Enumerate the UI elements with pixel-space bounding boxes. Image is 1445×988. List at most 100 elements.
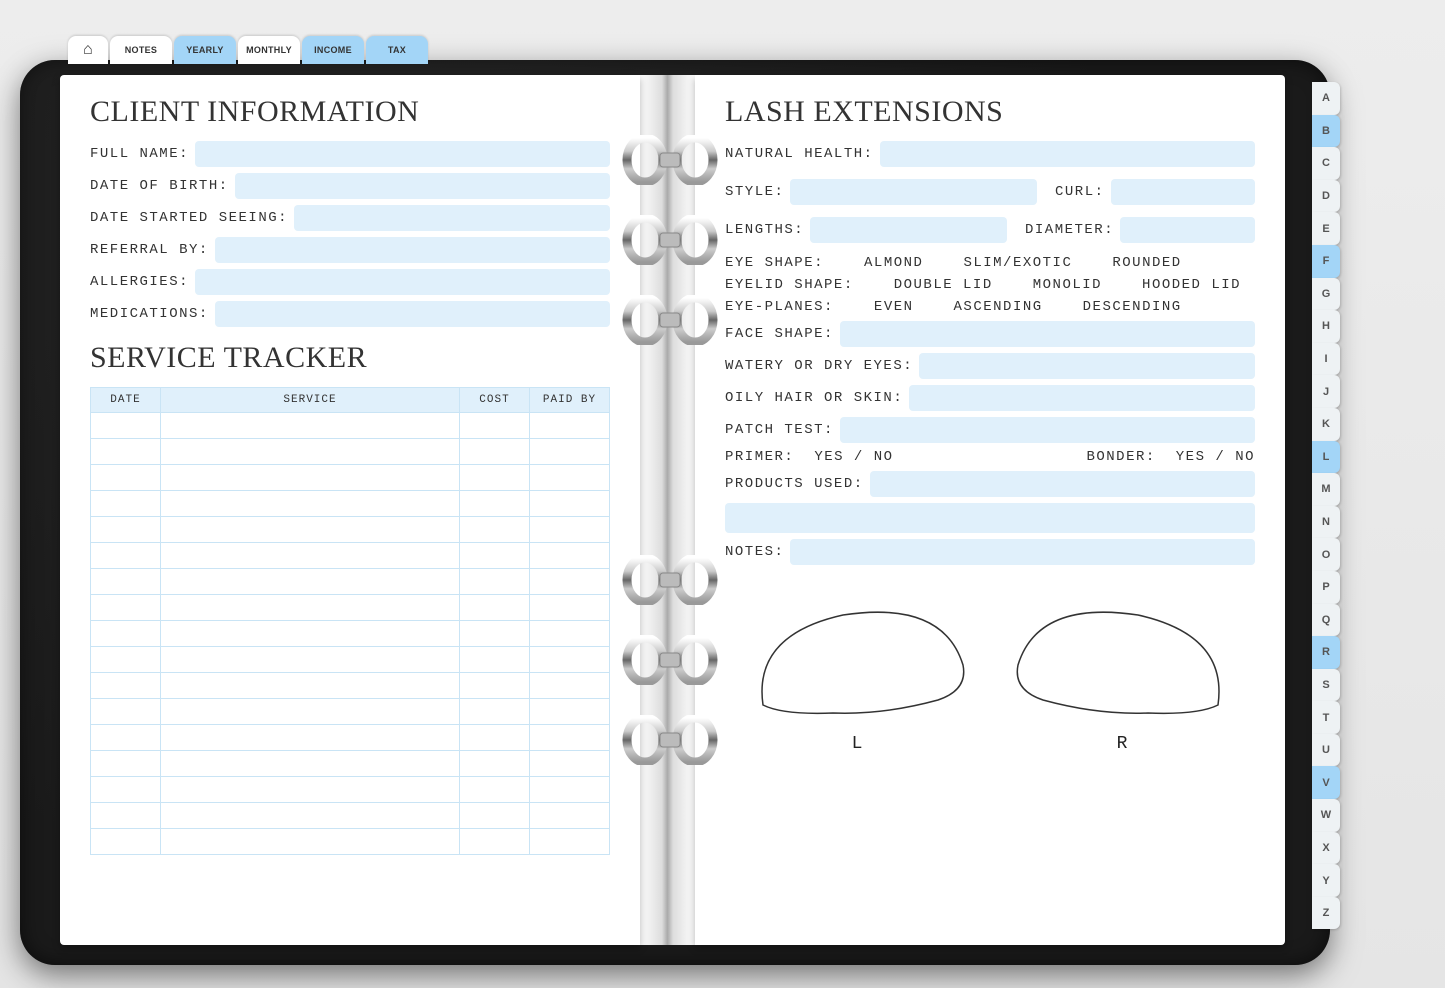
table-row[interactable]: [91, 725, 610, 751]
opt-ascending[interactable]: ASCENDING: [954, 299, 1043, 315]
alpha-tab-r[interactable]: R: [1312, 636, 1340, 669]
label-products: PRODUCTS USED:: [725, 476, 864, 492]
label-eye-shape: EYE SHAPE:: [725, 255, 824, 271]
alpha-tab-t[interactable]: T: [1312, 701, 1340, 734]
input-style[interactable]: [790, 179, 1037, 205]
tab-income[interactable]: INCOME: [302, 36, 364, 64]
alpha-tab-o[interactable]: O: [1312, 538, 1340, 571]
input-products-extra[interactable]: [725, 503, 1255, 533]
tab-tax[interactable]: TAX: [366, 36, 428, 64]
label-started: DATE STARTED SEEING:: [90, 210, 288, 226]
input-referral[interactable]: [215, 237, 610, 263]
table-row[interactable]: [91, 465, 610, 491]
alpha-tab-g[interactable]: G: [1312, 278, 1340, 311]
input-allergies[interactable]: [195, 269, 610, 295]
alpha-tab-q[interactable]: Q: [1312, 604, 1340, 637]
alpha-tab-j[interactable]: J: [1312, 375, 1340, 408]
opt-double-lid[interactable]: DOUBLE LID: [894, 277, 993, 293]
alpha-tab-h[interactable]: H: [1312, 310, 1340, 343]
opt-bonder-yesno[interactable]: YES / NO: [1176, 449, 1255, 465]
input-watery[interactable]: [919, 353, 1255, 379]
input-curl[interactable]: [1111, 179, 1255, 205]
opt-slim-exotic[interactable]: SLIM/EXOTIC: [963, 255, 1072, 271]
table-row[interactable]: [91, 517, 610, 543]
alpha-tab-k[interactable]: K: [1312, 408, 1340, 441]
page-spine: [640, 75, 695, 945]
table-row[interactable]: [91, 621, 610, 647]
alpha-tab-i[interactable]: I: [1312, 343, 1340, 376]
input-lengths[interactable]: [810, 217, 1007, 243]
opt-primer-yesno[interactable]: YES / NO: [814, 449, 893, 465]
alpha-tab-w[interactable]: W: [1312, 799, 1340, 832]
table-row[interactable]: [91, 751, 610, 777]
alpha-tab-b[interactable]: B: [1312, 115, 1340, 148]
eye-diagram-left: L: [743, 595, 973, 754]
label-bonder: BONDER:: [1086, 449, 1155, 465]
alpha-tab-y[interactable]: Y: [1312, 864, 1340, 897]
alpha-tab-e[interactable]: E: [1312, 212, 1340, 245]
label-oily: OILY HAIR OR SKIN:: [725, 390, 903, 406]
input-full-name[interactable]: [195, 141, 610, 167]
service-tracker-table: DATE SERVICE COST PAID BY: [90, 387, 610, 855]
alpha-tab-f[interactable]: F: [1312, 245, 1340, 278]
alpha-tab-u[interactable]: U: [1312, 734, 1340, 767]
alpha-tab-z[interactable]: Z: [1312, 897, 1340, 930]
input-patch[interactable]: [840, 417, 1255, 443]
label-medications: MEDICATIONS:: [90, 306, 209, 322]
eye-label-left: L: [743, 734, 973, 754]
label-style: STYLE:: [725, 184, 784, 200]
input-products[interactable]: [870, 471, 1255, 497]
alpha-tab-p[interactable]: P: [1312, 571, 1340, 604]
table-row[interactable]: [91, 673, 610, 699]
tab-notes[interactable]: NOTES: [110, 36, 172, 64]
th-cost: COST: [460, 388, 530, 413]
table-row[interactable]: [91, 439, 610, 465]
label-curl: CURL:: [1055, 184, 1105, 200]
alpha-tab-v[interactable]: V: [1312, 766, 1340, 799]
input-started[interactable]: [294, 205, 610, 231]
alpha-tab-c[interactable]: C: [1312, 147, 1340, 180]
label-allergies: ALLERGIES:: [90, 274, 189, 290]
table-row[interactable]: [91, 595, 610, 621]
label-diameter: DIAMETER:: [1025, 222, 1114, 238]
table-row[interactable]: [91, 569, 610, 595]
input-face-shape[interactable]: [840, 321, 1255, 347]
input-natural-health[interactable]: [880, 141, 1255, 167]
alpha-tab-n[interactable]: N: [1312, 506, 1340, 539]
alpha-tab-m[interactable]: M: [1312, 473, 1340, 506]
alpha-tab-a[interactable]: A: [1312, 82, 1340, 115]
alpha-tab-x[interactable]: X: [1312, 832, 1340, 865]
alpha-tab-s[interactable]: S: [1312, 669, 1340, 702]
opt-descending[interactable]: DESCENDING: [1083, 299, 1182, 315]
page-title-service-tracker: SERVICE TRACKER: [90, 341, 610, 375]
opt-hooded-lid[interactable]: HOODED LID: [1142, 277, 1241, 293]
input-oily[interactable]: [909, 385, 1255, 411]
opt-almond[interactable]: ALMOND: [864, 255, 923, 271]
label-natural-health: NATURAL HEALTH:: [725, 146, 874, 162]
alpha-tab-l[interactable]: L: [1312, 441, 1340, 474]
alpha-tab-d[interactable]: D: [1312, 180, 1340, 213]
table-row[interactable]: [91, 647, 610, 673]
input-diameter[interactable]: [1120, 217, 1255, 243]
label-referral: REFERRAL BY:: [90, 242, 209, 258]
table-row[interactable]: [91, 777, 610, 803]
input-medications[interactable]: [215, 301, 610, 327]
tab-monthly[interactable]: MONTHLY: [238, 36, 300, 64]
table-row[interactable]: [91, 699, 610, 725]
table-row[interactable]: [91, 491, 610, 517]
tab-home[interactable]: [68, 36, 108, 64]
tab-yearly[interactable]: YEARLY: [174, 36, 236, 64]
input-dob[interactable]: [235, 173, 610, 199]
opt-rounded[interactable]: ROUNDED: [1112, 255, 1181, 271]
opt-even[interactable]: EVEN: [874, 299, 914, 315]
input-notes[interactable]: [790, 539, 1255, 565]
label-notes: NOTES:: [725, 544, 784, 560]
table-row[interactable]: [91, 803, 610, 829]
table-row[interactable]: [91, 413, 610, 439]
label-patch: PATCH TEST:: [725, 422, 834, 438]
table-row[interactable]: [91, 829, 610, 855]
opt-monolid[interactable]: MONOLID: [1033, 277, 1102, 293]
table-row[interactable]: [91, 543, 610, 569]
th-paid: PAID BY: [530, 388, 610, 413]
th-date: DATE: [91, 388, 161, 413]
